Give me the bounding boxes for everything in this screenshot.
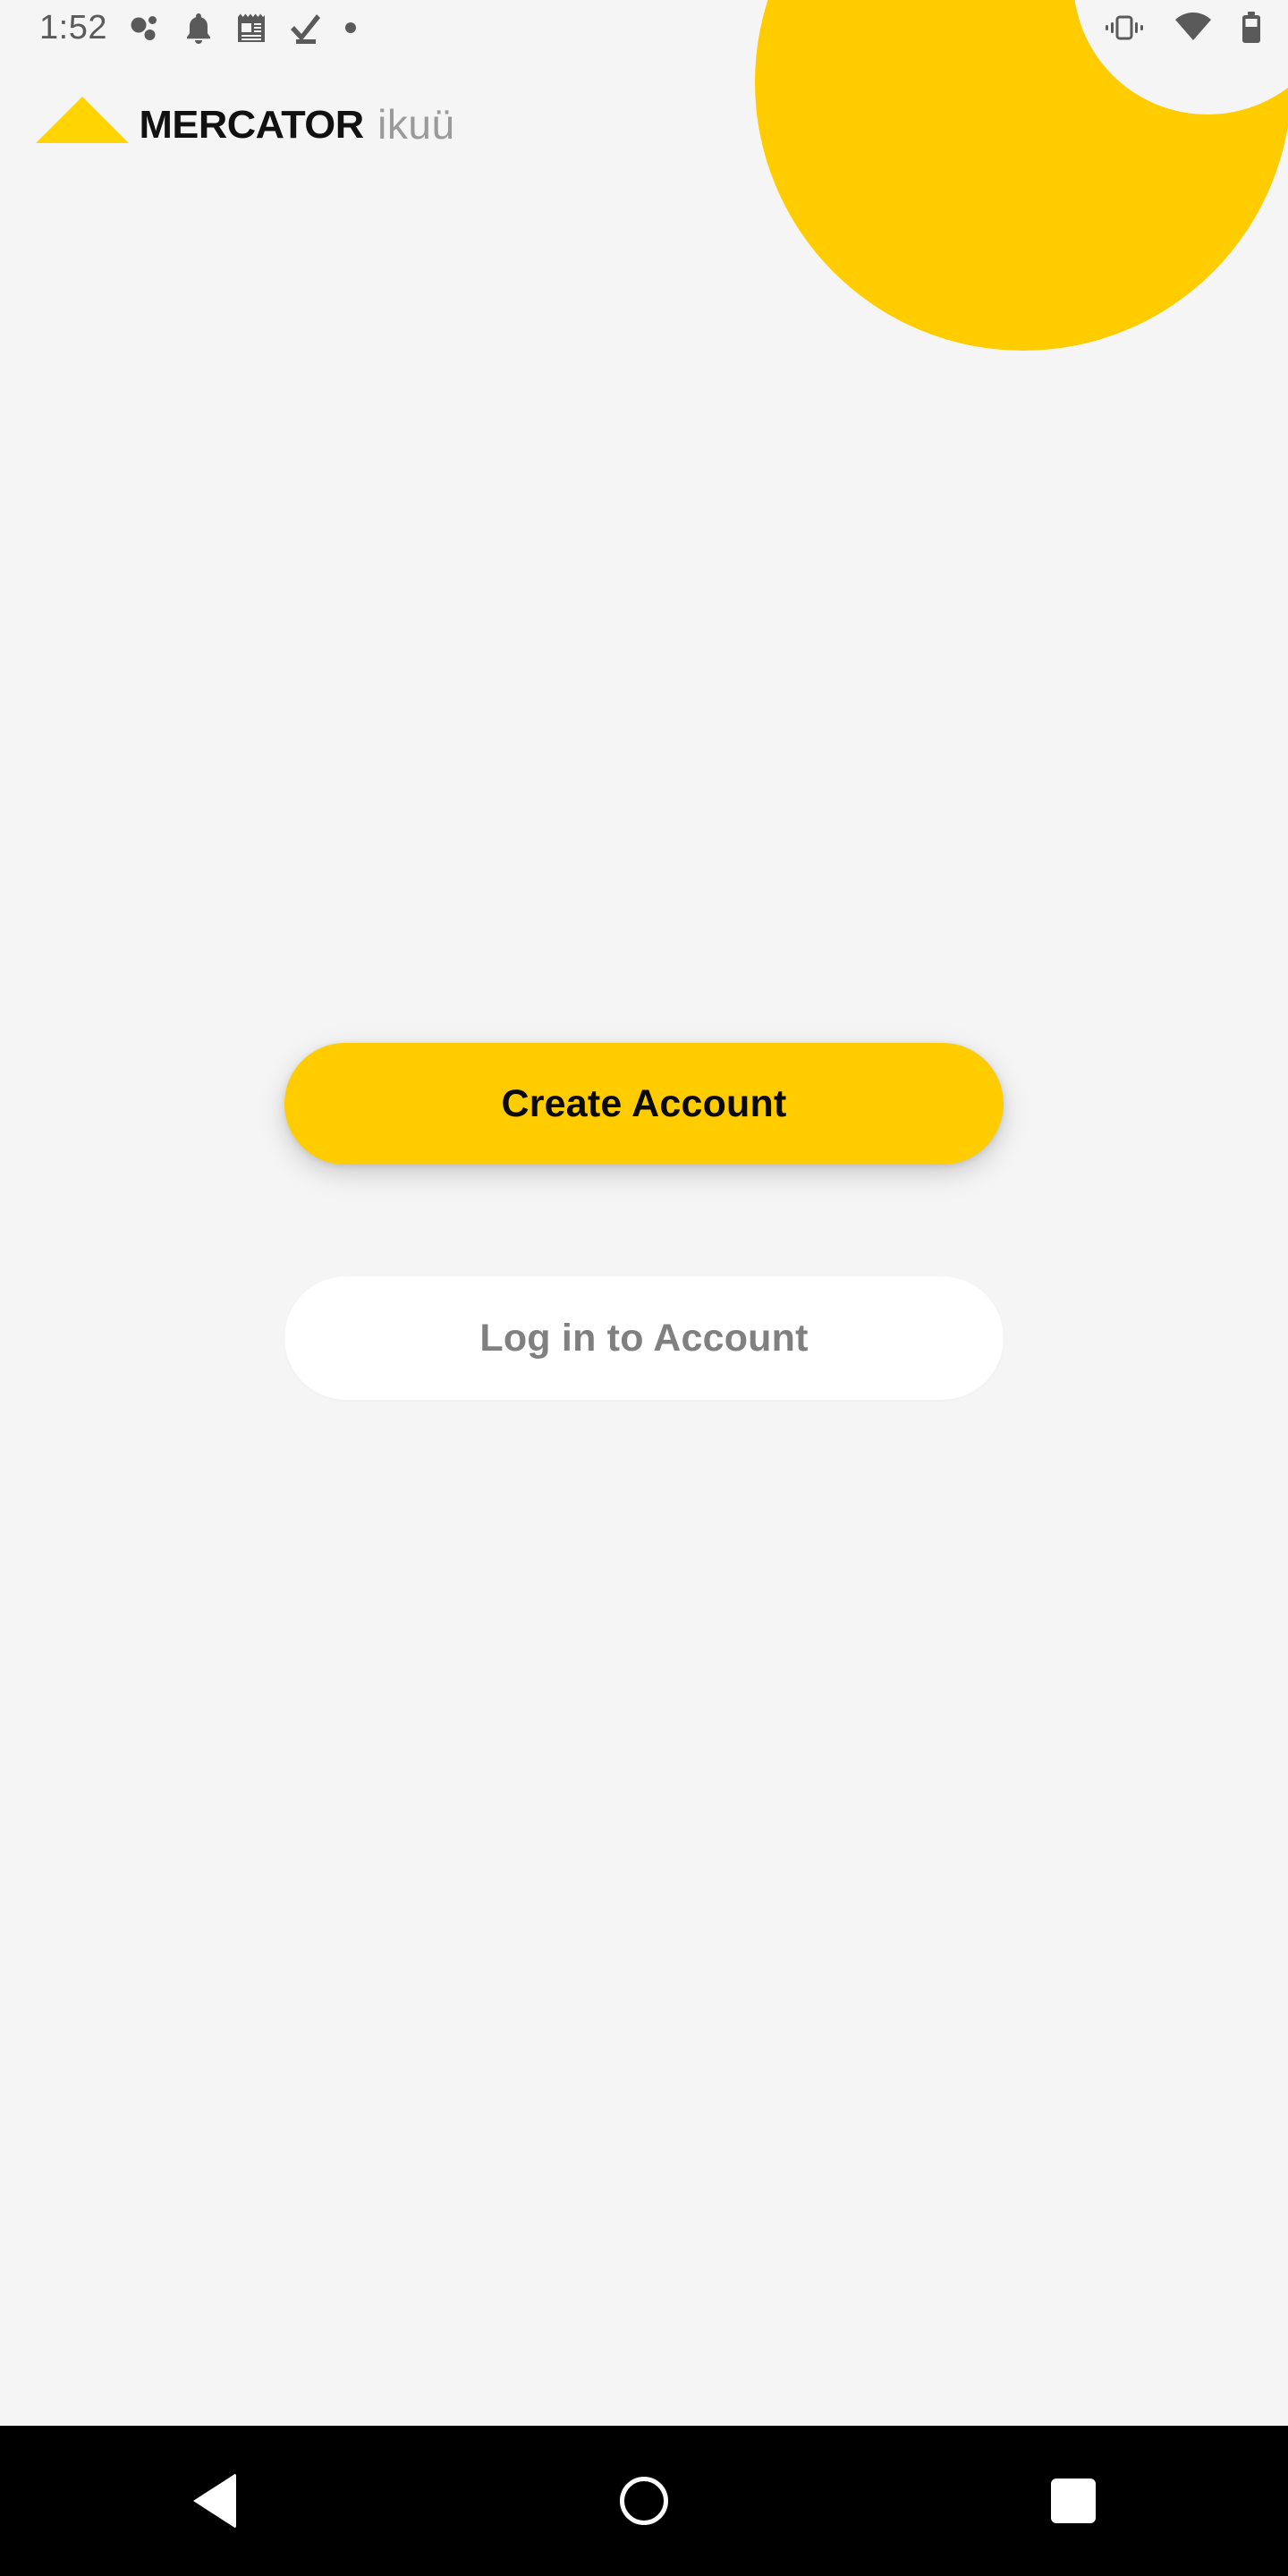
- home-circle-icon: [620, 2477, 668, 2525]
- assistant-dots-icon: [127, 10, 163, 46]
- nav-back-button[interactable]: [0, 2426, 429, 2576]
- account-actions: Create Account Log in to Account: [284, 1043, 1004, 1400]
- bell-icon: [182, 10, 215, 46]
- tasks-check-icon: [288, 10, 322, 46]
- battery-icon: [1240, 10, 1263, 46]
- wifi-icon: [1174, 10, 1213, 46]
- nav-recents-button[interactable]: [859, 2426, 1288, 2576]
- status-bar-clock: 1:52: [39, 9, 107, 47]
- login-to-account-button[interactable]: Log in to Account: [284, 1276, 1004, 1400]
- brand-decoration: [644, 0, 1288, 429]
- status-bar: 1:52: [0, 0, 1288, 55]
- status-bar-right: [1102, 10, 1263, 46]
- brand-name: MERCATOR: [139, 103, 365, 147]
- back-triangle-icon: [193, 2473, 236, 2529]
- brand-logo: MERCATOR ikuü: [36, 97, 455, 145]
- vibrate-icon: [1102, 10, 1147, 46]
- brand-sub-name: ikuü: [377, 101, 455, 148]
- recents-square-icon: [1051, 2479, 1096, 2523]
- create-account-button[interactable]: Create Account: [284, 1043, 1004, 1165]
- android-navigation-bar: [0, 2426, 1288, 2576]
- nav-home-button[interactable]: [429, 2426, 859, 2576]
- news-notepad-icon: [234, 10, 268, 46]
- dot-icon: [342, 19, 360, 37]
- status-bar-left: 1:52: [39, 10, 360, 46]
- triangle-icon: [36, 97, 129, 143]
